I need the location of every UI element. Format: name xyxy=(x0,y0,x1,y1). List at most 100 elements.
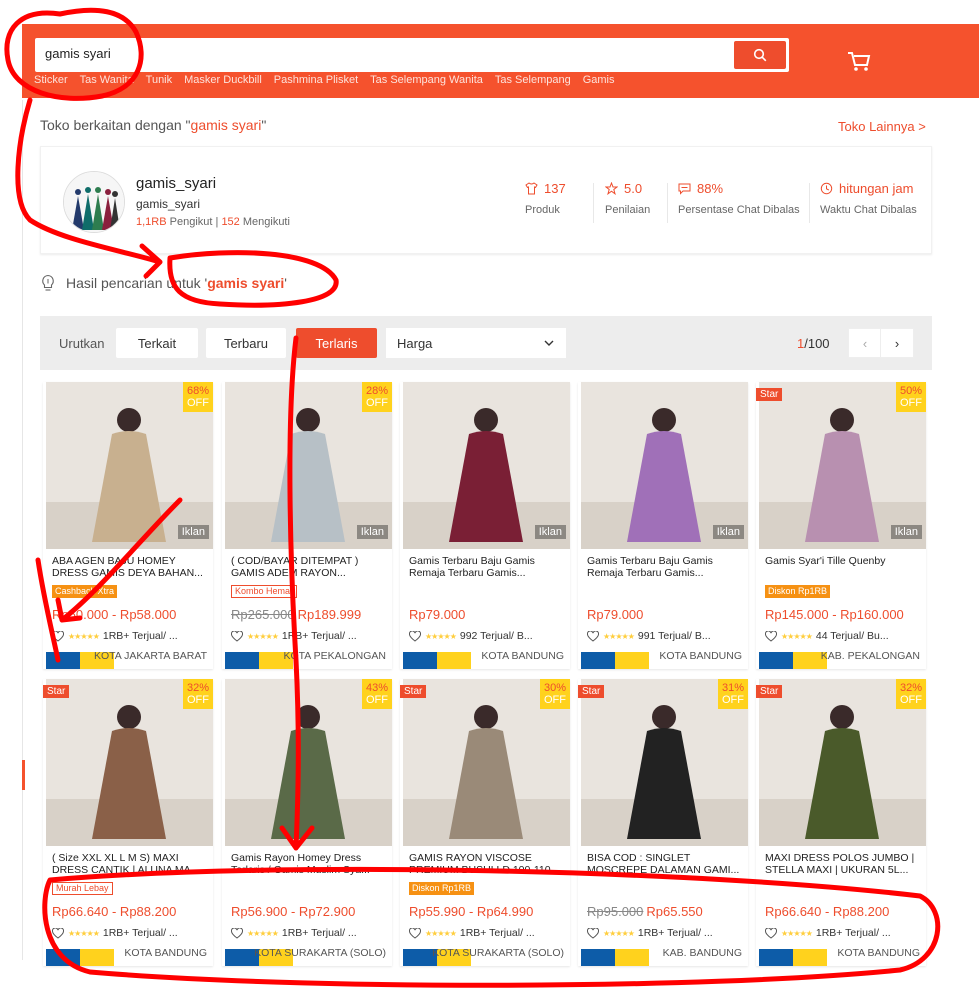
cart-icon[interactable] xyxy=(846,48,872,74)
seller-location: KOTA PEKALONGAN xyxy=(283,650,386,662)
heart-icon[interactable] xyxy=(231,927,243,939)
prev-page-button[interactable]: ‹ xyxy=(848,328,882,358)
promo-tag: Kombo Hemat xyxy=(231,585,297,598)
heart-icon[interactable] xyxy=(231,630,243,642)
discount-badge: 50% OFF xyxy=(896,382,926,412)
product-title[interactable]: BISA COD : SINGLET MOSCREPE DALAMAN GAMI… xyxy=(587,852,742,876)
product-title[interactable]: ( COD/BAYAR DITEMPAT ) GAMIS ADEM RAYON.… xyxy=(231,555,386,579)
sort-latest-button[interactable]: Terbaru xyxy=(206,328,286,358)
heart-icon[interactable] xyxy=(409,630,421,642)
product-card[interactable]: 32% OFF Star MAXI DRESS POLOS JUMBO | STELL… xyxy=(756,679,926,966)
rating-row: ★★★★★ 44 Terjual/ Bu... xyxy=(765,630,923,642)
product-image[interactable] xyxy=(403,382,570,549)
shopee-search-page: Sticker Tas Wanita Tunik Masker Duckbill Pas… xyxy=(0,0,979,1000)
search-result-line: Hasil pencarian untuk 'gamis syari' xyxy=(40,274,287,292)
star-seller-badge: Star xyxy=(756,388,783,401)
product-title[interactable]: GAMIS RAYON VISCOSE PREMIUM BUSUI LD 100… xyxy=(409,852,564,876)
heart-icon[interactable] xyxy=(52,630,64,642)
product-price: Rp50.000 - Rp58.000 xyxy=(52,607,176,622)
promo-tag: Cashback Xtra xyxy=(52,585,118,598)
sort-bestselling-button[interactable]: Terlaris xyxy=(296,328,377,358)
product-card[interactable]: 31% OFF Star BISA COD : SINGLET MOSCREPE DA… xyxy=(578,679,748,966)
heart-icon[interactable] xyxy=(765,630,777,642)
rating-stars-icon: ★★★★★ xyxy=(425,928,457,938)
search-hint-link[interactable]: Sticker xyxy=(34,74,68,86)
search-box[interactable] xyxy=(35,38,789,72)
rating-row: ★★★★★ 1RB+ Terjual/ ... xyxy=(765,927,923,939)
sale-price: Rp145.000 - Rp160.000 xyxy=(765,607,904,622)
product-card[interactable]: 28% OFF Iklan ( COD/BAYAR DITEMPAT ) GAMIS … xyxy=(222,382,392,669)
search-hint-link[interactable]: Pashmina Plisket xyxy=(274,74,358,86)
product-image[interactable] xyxy=(581,382,748,549)
search-hint-link[interactable]: Tas Selempang xyxy=(495,74,571,86)
product-price: Rp56.900 - Rp72.900 xyxy=(231,904,355,919)
sort-relevance-button[interactable]: Terkait xyxy=(116,328,198,358)
sort-label: Urutkan xyxy=(59,336,105,351)
product-price: Rp145.000 - Rp160.000 xyxy=(765,607,904,622)
product-price: Rp265.000 Rp189.999 xyxy=(231,607,361,622)
product-card[interactable]: 30% OFF Star GAMIS RAYON VISCOSE PREMIUM BU… xyxy=(400,679,570,966)
rating-row: ★★★★★ 1RB+ Terjual/ ... xyxy=(231,927,389,939)
ad-label: Iklan xyxy=(534,525,566,539)
product-card[interactable]: Iklan Gamis Terbaru Baju Gamis Remaja Ter… xyxy=(578,382,748,669)
product-title[interactable]: Gamis Terbaru Baju Gamis Remaja Terbaru … xyxy=(409,555,564,579)
product-card[interactable]: Iklan Gamis Terbaru Baju Gamis Remaja Ter… xyxy=(400,382,570,669)
heart-icon[interactable] xyxy=(587,927,599,939)
follow-divider: | xyxy=(215,216,219,228)
shirt-icon xyxy=(525,182,538,195)
lightbulb-icon xyxy=(42,274,54,291)
discount-badge: 28% OFF xyxy=(362,382,392,412)
product-title[interactable]: ABA AGEN BAJU HOMEY DRESS GAMIS DEYA BAH… xyxy=(52,555,207,579)
product-card[interactable]: 43% OFF Gamis Rayon Homey Dress Terlaris /… xyxy=(222,679,392,966)
search-hint-link[interactable]: Masker Duckbill xyxy=(184,74,262,86)
ad-label: Iklan xyxy=(712,525,744,539)
stat-response-time: hitungan jam Waktu Chat Dibalas xyxy=(820,181,917,216)
star-seller-badge: Star xyxy=(43,685,70,698)
result-prefix: Hasil pencarian untuk ' xyxy=(66,275,208,291)
stat-chat-rate: 88% Persentase Chat Dibalas xyxy=(678,181,800,216)
next-page-button[interactable]: › xyxy=(880,328,914,358)
heart-icon[interactable] xyxy=(587,630,599,642)
search-button[interactable] xyxy=(734,41,786,69)
seller-location: KOTA BANDUNG xyxy=(124,947,207,959)
product-title[interactable]: Gamis Terbaru Baju Gamis Remaja Terbaru … xyxy=(587,555,742,579)
product-card[interactable]: 50% OFF Star Iklan Gamis Syar'i Tille Quenby… xyxy=(756,382,926,669)
promo-tag: Diskon Rp1RB xyxy=(765,585,831,598)
heart-icon[interactable] xyxy=(409,927,421,939)
product-card[interactable]: 32% OFF Star ( Size XXL XL L M S) MAXI DRES… xyxy=(43,679,213,966)
product-title[interactable]: Gamis Syar'i Tille Quenby xyxy=(765,555,920,579)
shop-avatar[interactable] xyxy=(63,171,125,233)
search-hint-link[interactable]: Tas Wanita xyxy=(80,74,134,86)
rating-row: ★★★★★ 991 Terjual/ B... xyxy=(587,630,745,642)
product-title[interactable]: MAXI DRESS POLOS JUMBO | STELLA MAXI | U… xyxy=(765,852,920,876)
discount-badge: 32% OFF xyxy=(183,679,213,709)
rating-stars-icon: ★★★★★ xyxy=(68,631,100,641)
more-shops-link[interactable]: Toko Lainnya > xyxy=(838,119,926,134)
product-title[interactable]: Gamis Rayon Homey Dress Terlaris / Gamis… xyxy=(231,852,386,876)
sale-price: Rp66.640 - Rp88.200 xyxy=(765,904,890,919)
seller-location: KAB. BANDUNG xyxy=(662,947,742,959)
search-hint-link[interactable]: Gamis xyxy=(583,74,615,86)
rating-row: ★★★★★ 992 Terjual/ B... xyxy=(409,630,567,642)
search-input[interactable] xyxy=(45,46,725,61)
heart-icon[interactable] xyxy=(765,927,777,939)
sale-price: Rp50.000 - Rp58.000 xyxy=(52,607,177,622)
rating-stars-icon: ★★★★★ xyxy=(425,631,457,641)
promo-tag: Murah Lebay xyxy=(52,882,113,895)
star-seller-badge: Star xyxy=(756,685,783,698)
sale-price: Rp56.900 - Rp72.900 xyxy=(231,904,356,919)
shop-card[interactable]: gamis_syari gamis_syari 1,1RB Pengikut |… xyxy=(40,146,932,254)
price-sort-select[interactable]: Harga xyxy=(386,328,566,358)
shop-name[interactable]: gamis_syari xyxy=(136,175,216,192)
promo-badges xyxy=(581,652,649,669)
search-hints: Sticker Tas Wanita Tunik Masker Duckbill Pas… xyxy=(34,74,614,86)
product-title[interactable]: ( Size XXL XL L M S) MAXI DRESS CANTIK |… xyxy=(52,852,207,876)
search-hint-link[interactable]: Tas Selempang Wanita xyxy=(370,74,483,86)
seller-location: KOTA SURAKARTA (SOLO) xyxy=(254,947,386,959)
product-card[interactable]: 68% OFF Iklan ABA AGEN BAJU HOMEY DRESS GAM… xyxy=(43,382,213,669)
ad-label: Iklan xyxy=(177,525,209,539)
left-tab-marker xyxy=(22,760,25,790)
heart-icon[interactable] xyxy=(52,927,64,939)
search-hint-link[interactable]: Tunik xyxy=(146,74,173,86)
chevron-down-icon xyxy=(544,340,554,346)
